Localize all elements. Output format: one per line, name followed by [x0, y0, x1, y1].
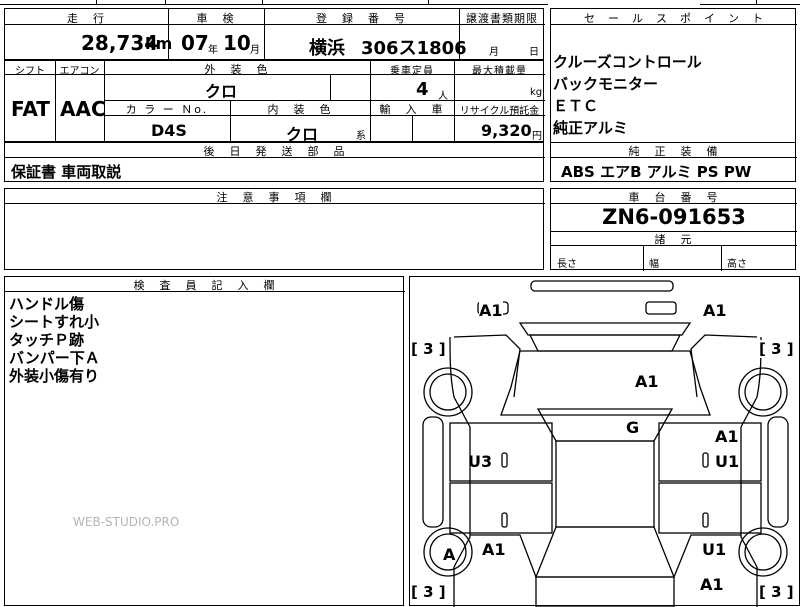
- mark-rear-right: A1: [700, 575, 724, 594]
- later-parts-label: 後 日 発 送 部 品: [203, 145, 347, 158]
- inspector-note: シートすれ小: [9, 313, 100, 331]
- mark-front-right: A1: [703, 301, 727, 320]
- transfer-label: 譲渡書類期限: [466, 12, 538, 25]
- ac-value: AAC: [60, 97, 106, 121]
- shift-label: シフト: [15, 66, 45, 77]
- import-label: 輸 入 車: [379, 103, 445, 116]
- reg-number: 306ス1806: [361, 38, 467, 59]
- inspection-month: 10: [223, 31, 251, 55]
- sales-points-label: セ ー ル ス ポ イ ン ト: [584, 12, 764, 25]
- sales-point-item: 純正アルミ: [553, 119, 628, 137]
- tread-front-left: [ 3 ]: [411, 340, 446, 358]
- top-strip: [0, 0, 548, 5]
- reg-city: 横浜: [309, 38, 345, 59]
- width-label: 幅: [649, 259, 659, 270]
- mileage-label: 走 行: [67, 12, 106, 25]
- sales-point-item: クルーズコントロール: [553, 53, 702, 71]
- notes-label: 注 意 事 項 欄: [216, 191, 334, 204]
- chassis-block: 車 台 番 号 ZN6-091653 諸 元 長さ 幅 高さ: [550, 188, 797, 271]
- mark-windshield: G: [626, 418, 640, 437]
- inspector-note: バンパー下Ａ: [9, 349, 100, 367]
- chassis-number: ZN6-091653: [602, 205, 746, 229]
- top-strip-right: [700, 0, 800, 5]
- chassis-label: 車 台 番 号: [628, 191, 720, 204]
- watermark: WEB-STUDIO.PRO: [73, 515, 180, 529]
- equipment-label: 純 正 装 備: [628, 145, 720, 158]
- inspection-month-unit: 月: [250, 45, 260, 56]
- color-no-label: カ ラ ー Ｎo.: [125, 103, 209, 116]
- equipment-value: ABS エアB アルミ PS PW: [561, 163, 752, 181]
- tread-rear-left: [ 3 ]: [411, 583, 446, 601]
- mark-front-left: A1: [479, 301, 503, 320]
- inspection-year-unit: 年: [208, 45, 218, 56]
- color-no-value: D4S: [151, 121, 187, 140]
- capacity-unit: 人: [438, 91, 448, 102]
- later-parts-block: 後 日 発 送 部 品 保証書 車両取説: [4, 142, 545, 182]
- mark-right-rear-quarter: U1: [702, 540, 727, 559]
- tread-rear-right: [ 3 ]: [759, 583, 794, 601]
- sales-point-item: ＥＴＣ: [553, 97, 599, 115]
- sales-point-item: バックモニター: [553, 75, 659, 93]
- damage-map: A1 A1 A1 G A1 U1 U3 A A1 U1 A1 [ 3 ] [ 3…: [409, 276, 800, 607]
- later-parts-value: 保証書 車両取説: [11, 163, 122, 181]
- dimensions-label: 諸 元: [654, 233, 694, 246]
- mark-right-front-door: A1: [715, 427, 739, 446]
- reg-label: 登 録 番 号: [316, 12, 407, 25]
- mark-hood: A1: [635, 372, 659, 391]
- max-load-unit: kg: [530, 87, 543, 98]
- interior-color-suffix: 系: [356, 131, 366, 142]
- mark-left-rear-wheel: A: [443, 545, 456, 564]
- interior-color-label: 内 装 色: [267, 103, 333, 116]
- inspector-note: タッチＰ跡: [9, 331, 85, 349]
- exterior-color-value: クロ: [205, 82, 238, 101]
- exterior-color-label: 外 装 色: [204, 63, 270, 76]
- inspection-year: 07: [181, 31, 209, 55]
- summary-row: 走 行 28,734 km 車 検 07 年 10 月 登 録 番 号 横浜 3…: [4, 8, 545, 61]
- inspector-label: 検 査 員 記 入 欄: [133, 279, 277, 292]
- mark-left-rear-quarter: A1: [482, 540, 506, 559]
- recycle-value: 9,320: [481, 121, 532, 140]
- recycle-unit: 円: [532, 131, 542, 142]
- inspector-note: ハンドル傷: [9, 295, 85, 313]
- transfer-day-unit: 日: [529, 47, 539, 58]
- mileage-unit: km: [145, 34, 173, 53]
- specs-block: シフト FAT エアコン AAC 外 装 色 クロ 乗車定員 4 人 最大積載量…: [4, 60, 545, 144]
- notes-block: 注 意 事 項 欄: [4, 188, 545, 270]
- max-load-label: 最大積載量: [472, 66, 527, 77]
- equipment-block: 純 正 装 備 ABS エアB アルミ PS PW: [550, 142, 797, 182]
- car-diagram: [422, 280, 789, 607]
- capacity-value: 4: [416, 79, 429, 100]
- inspection-label: 車 検: [196, 12, 236, 25]
- length-label: 長さ: [557, 259, 577, 270]
- capacity-label: 乗車定員: [390, 66, 434, 77]
- inspector-note: 外装小傷有り: [9, 367, 100, 385]
- transfer-month-unit: 月: [489, 47, 499, 58]
- shift-value: FAT: [11, 97, 50, 121]
- ac-label: エアコン: [59, 66, 100, 77]
- tread-front-right: [ 3 ]: [759, 340, 794, 358]
- inspector-block: 検 査 員 記 入 欄 ハンドル傷 シートすれ小 タッチＰ跡 バンパー下Ａ 外装…: [4, 276, 405, 606]
- height-label: 高さ: [727, 259, 747, 270]
- sales-points-block: セ ー ル ス ポ イ ン ト クルーズコントロール バックモニター ＥＴＣ 純…: [550, 8, 797, 154]
- mark-left-front-door: U3: [468, 452, 493, 471]
- recycle-label: リサイクル預託金: [459, 106, 540, 117]
- mark-right-rear-door: U1: [715, 452, 740, 471]
